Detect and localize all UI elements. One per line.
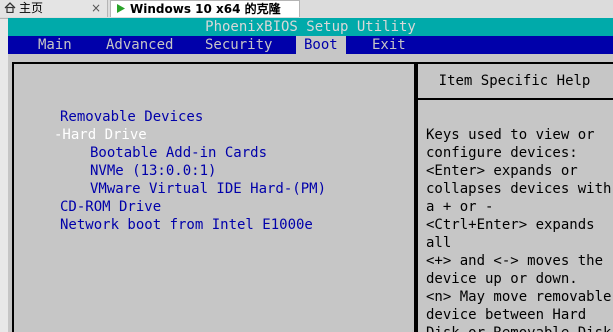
help-line: <+> and <-> moves the: [426, 253, 604, 269]
boot-item-cd-rom-drive[interactable]: CD-ROM Drive: [60, 198, 161, 216]
boot-item-vmware-ide[interactable]: VMware Virtual IDE Hard-(PM): [90, 180, 326, 198]
help-line: device up or down.: [426, 271, 578, 287]
bios-screen: PhoenixBIOS Setup Utility Main Advanced …: [8, 18, 613, 332]
help-line: all: [426, 235, 452, 251]
help-line: device between Hard: [426, 307, 587, 323]
boot-item-hard-drive[interactable]: -Hard Drive: [54, 126, 147, 144]
menu-boot[interactable]: Boot: [296, 36, 346, 54]
help-line: <Enter> expands or: [426, 163, 578, 179]
tab-home[interactable]: 主页 ×: [0, 0, 108, 17]
tab-home-label: 主页: [19, 1, 44, 15]
vm-tab-strip: 主页 × Windows 10 x64 的克隆: [0, 0, 613, 19]
boot-item-bootable-add-in-cards[interactable]: Bootable Add-in Cards: [90, 144, 267, 162]
boot-order-panel: Removable Devices -Hard Drive Bootable A…: [12, 62, 418, 332]
help-header: Item Specific Help: [416, 64, 613, 100]
close-icon[interactable]: ×: [91, 0, 101, 16]
help-line: collapses devices with: [426, 181, 612, 197]
help-line: <Ctrl+Enter> expands: [426, 217, 595, 233]
help-line: Keys used to view or: [426, 127, 595, 143]
help-line: Disk or Removable Disk: [426, 324, 613, 332]
help-panel: Item Specific Help Keys used to view or …: [414, 62, 613, 332]
help-line: configure devices:: [426, 145, 578, 161]
menu-main[interactable]: Main: [30, 36, 80, 54]
boot-item-network-boot[interactable]: Network boot from Intel E1000e: [60, 216, 313, 234]
menu-advanced[interactable]: Advanced: [98, 36, 181, 54]
menu-exit[interactable]: Exit: [364, 36, 414, 54]
tab-vm-label: Windows 10 x64 的克隆: [130, 2, 281, 16]
boot-item-removable-devices[interactable]: Removable Devices: [60, 108, 203, 126]
menu-security[interactable]: Security: [197, 36, 280, 54]
help-line: a + or -: [426, 199, 494, 215]
boot-item-nvme[interactable]: NVMe (13:0.0:1): [90, 162, 216, 180]
home-icon: [4, 1, 16, 17]
bios-menu-bar: Main Advanced Security Boot Exit: [8, 36, 613, 54]
help-text: Keys used to view or configure devices: …: [426, 126, 613, 332]
bios-title: PhoenixBIOS Setup Utility: [8, 18, 613, 36]
help-line: <n> May move removable: [426, 289, 612, 305]
tab-vm[interactable]: Windows 10 x64 的克隆: [110, 0, 300, 17]
vm-power-icon: [115, 2, 127, 18]
